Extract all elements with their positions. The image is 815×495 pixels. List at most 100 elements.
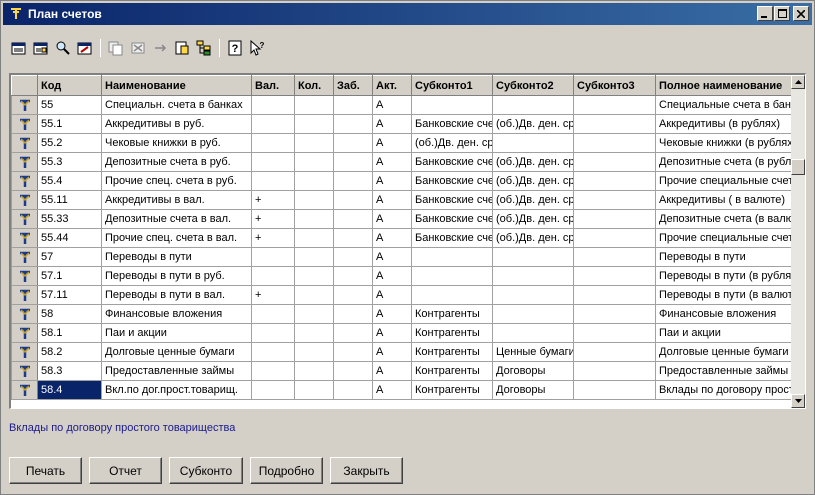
full-name-cell[interactable]: Предоставленные займы	[655, 361, 795, 381]
copy-button[interactable]	[106, 38, 126, 58]
table-row[interactable]: 57.11 Переводы в пути в вал. + А Переводы в …	[11, 285, 795, 305]
currency-cell[interactable]	[251, 323, 295, 343]
row-icon-cell[interactable]	[11, 380, 38, 400]
code-cell[interactable]: 55.4	[37, 171, 102, 191]
new-account-button[interactable]	[9, 38, 29, 58]
subconto1-cell[interactable]: Контрагенты	[411, 342, 493, 362]
subconto2-cell[interactable]: Ценные бумаги	[492, 342, 574, 362]
full-name-cell[interactable]: Прочие специальные счета	[655, 171, 795, 191]
name-cell[interactable]: Переводы в пути в руб.	[101, 266, 252, 286]
column-header-quantity[interactable]: Кол.	[294, 75, 334, 96]
subconto2-cell[interactable]: (об.)Дв. ден. средств	[492, 228, 574, 248]
subconto1-cell[interactable]	[411, 95, 493, 115]
quantity-cell[interactable]	[294, 190, 334, 210]
subconto2-cell[interactable]: (об.)Дв. ден. средств	[492, 190, 574, 210]
subconto1-cell[interactable]: Контрагенты	[411, 380, 493, 400]
full-name-cell[interactable]: Чековые книжки (в рублях)	[655, 133, 795, 153]
active-cell[interactable]: А	[372, 247, 412, 267]
off-balance-cell[interactable]	[333, 247, 373, 267]
find-button[interactable]	[53, 38, 73, 58]
code-cell[interactable]: 58.1	[37, 323, 102, 343]
table-row[interactable]: 55 Специальн. счета в банках А Специальные …	[11, 95, 795, 115]
active-cell[interactable]: А	[372, 209, 412, 229]
subconto2-cell[interactable]: (об.)Дв. ден. средств	[492, 114, 574, 134]
move-button[interactable]	[150, 38, 170, 58]
name-cell[interactable]: Аккредитивы в вал.	[101, 190, 252, 210]
name-cell[interactable]: Депозитные счета в руб.	[101, 152, 252, 172]
quantity-cell[interactable]	[294, 152, 334, 172]
code-cell[interactable]: 55.3	[37, 152, 102, 172]
subconto1-cell[interactable]: Контрагенты	[411, 323, 493, 343]
subconto2-cell[interactable]	[492, 247, 574, 267]
currency-cell[interactable]	[251, 380, 295, 400]
subconto3-cell[interactable]	[573, 266, 656, 286]
subconto2-cell[interactable]	[492, 95, 574, 115]
vertical-scrollbar[interactable]	[791, 75, 805, 408]
currency-cell[interactable]: +	[251, 190, 295, 210]
edit-button[interactable]	[75, 38, 95, 58]
currency-cell[interactable]	[251, 304, 295, 324]
scroll-thumb[interactable]	[791, 159, 805, 175]
table-row[interactable]: 57 Переводы в пути А Переводы в пути	[11, 247, 795, 267]
subconto1-cell[interactable]: Контрагенты	[411, 304, 493, 324]
table-row[interactable]: 55.4 Прочие спец. счета в руб. А Банковские…	[11, 171, 795, 191]
subconto2-cell[interactable]	[492, 285, 574, 305]
off-balance-cell[interactable]	[333, 209, 373, 229]
scroll-down-button[interactable]	[791, 394, 805, 408]
currency-cell[interactable]	[251, 342, 295, 362]
quantity-cell[interactable]	[294, 95, 334, 115]
currency-cell[interactable]	[251, 171, 295, 191]
subconto3-cell[interactable]	[573, 152, 656, 172]
report-button[interactable]: Отчет	[89, 457, 162, 484]
subconto2-cell[interactable]	[492, 304, 574, 324]
full-name-cell[interactable]: Депозитные счета (в рублях)	[655, 152, 795, 172]
name-cell[interactable]: Прочие спец. счета в руб.	[101, 171, 252, 191]
quantity-cell[interactable]	[294, 228, 334, 248]
off-balance-cell[interactable]	[333, 228, 373, 248]
table-row[interactable]: 58.3 Предоставленные займы А Контрагенты Дог…	[11, 361, 795, 381]
currency-cell[interactable]	[251, 361, 295, 381]
code-cell[interactable]: 58.4	[37, 380, 102, 400]
table-row[interactable]: 58 Финансовые вложения А Контрагенты Финансо…	[11, 304, 795, 324]
quantity-cell[interactable]	[294, 304, 334, 324]
code-cell[interactable]: 58.3	[37, 361, 102, 381]
name-cell[interactable]: Депозитные счета в вал.	[101, 209, 252, 229]
code-cell[interactable]: 55.11	[37, 190, 102, 210]
off-balance-cell[interactable]	[333, 133, 373, 153]
subconto-button[interactable]: Субконто	[169, 457, 243, 484]
column-header-code[interactable]: Код	[37, 75, 102, 96]
currency-cell[interactable]	[251, 133, 295, 153]
mark-button[interactable]	[172, 38, 192, 58]
subconto1-cell[interactable]: Банковские счета	[411, 114, 493, 134]
off-balance-cell[interactable]	[333, 190, 373, 210]
subconto1-cell[interactable]	[411, 266, 493, 286]
code-cell[interactable]: 57.11	[37, 285, 102, 305]
active-cell[interactable]: А	[372, 171, 412, 191]
details-button[interactable]: Подробно	[250, 457, 323, 484]
full-name-cell[interactable]: Переводы в пути (в рублях)	[655, 266, 795, 286]
full-name-cell[interactable]: Аккредитивы ( в валюте)	[655, 190, 795, 210]
subconto2-cell[interactable]	[492, 133, 574, 153]
subconto1-cell[interactable]: Контрагенты	[411, 361, 493, 381]
subconto3-cell[interactable]	[573, 285, 656, 305]
subconto3-cell[interactable]	[573, 228, 656, 248]
table-row[interactable]: 58.4 Вкл.по дог.прост.товарищ. А Контрагент…	[11, 380, 795, 400]
row-icon-cell[interactable]	[11, 171, 38, 191]
subconto1-cell[interactable]: Банковские счета	[411, 209, 493, 229]
subconto1-cell[interactable]: Банковские счета	[411, 190, 493, 210]
currency-cell[interactable]	[251, 95, 295, 115]
currency-cell[interactable]: +	[251, 285, 295, 305]
code-cell[interactable]: 55.44	[37, 228, 102, 248]
row-icon-cell[interactable]	[11, 247, 38, 267]
full-name-cell[interactable]: Переводы в пути (в валюте)	[655, 285, 795, 305]
quantity-cell[interactable]	[294, 285, 334, 305]
code-cell[interactable]: 55.2	[37, 133, 102, 153]
active-cell[interactable]: А	[372, 304, 412, 324]
table-row[interactable]: 55.1Аккредитивы в руб. АБанковские счета(…	[11, 114, 795, 134]
currency-cell[interactable]: +	[251, 209, 295, 229]
name-cell[interactable]: Финансовые вложения	[101, 304, 252, 324]
title-bar[interactable]: План счетов	[3, 3, 812, 25]
subconto1-cell[interactable]	[411, 285, 493, 305]
subconto3-cell[interactable]	[573, 247, 656, 267]
print-button[interactable]: Печать	[9, 457, 82, 484]
